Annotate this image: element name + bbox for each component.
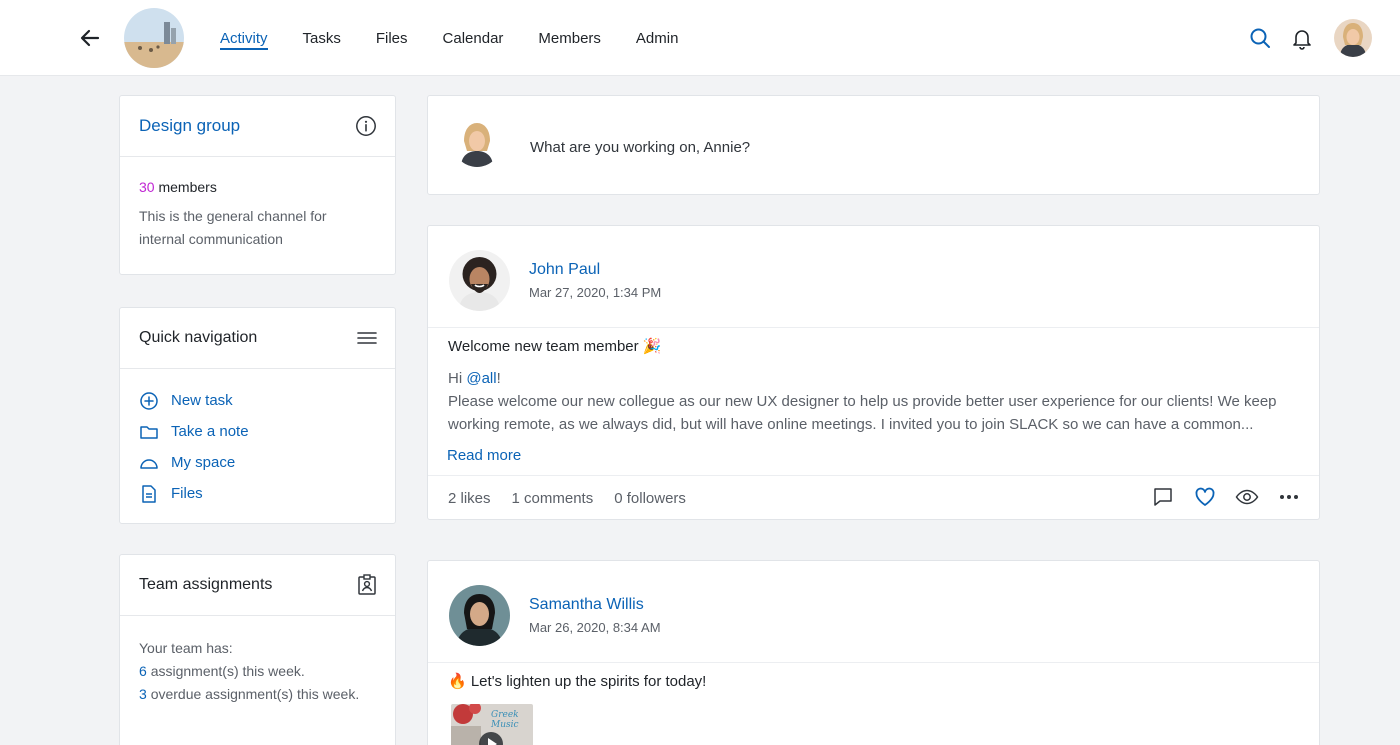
comment-icon[interactable] xyxy=(1151,485,1175,509)
assignments-count[interactable]: 6 xyxy=(139,663,147,679)
post-author[interactable]: John Paul xyxy=(529,261,600,279)
quick-navigation-card: Quick navigation New task Take a note My… xyxy=(119,307,396,524)
greeting-prefix: Hi xyxy=(448,370,467,387)
team-assignments-header: Team assignments xyxy=(120,555,395,616)
user-avatar[interactable] xyxy=(1334,19,1372,57)
quick-nav-new-task[interactable]: New task xyxy=(139,385,376,416)
quick-nav-title: Quick navigation xyxy=(139,329,258,346)
tab-admin[interactable]: Admin xyxy=(636,24,679,53)
assignments-text: assignment(s) this week. xyxy=(150,663,305,679)
post-composer[interactable]: What are you working on, Annie? xyxy=(427,95,1320,195)
post-divider xyxy=(428,327,1319,328)
menu-icon[interactable] xyxy=(357,330,377,346)
search-icon[interactable] xyxy=(1248,26,1272,50)
post-stats: 2 likes 1 comments 0 followers xyxy=(448,490,707,507)
group-title: Design group xyxy=(139,116,241,135)
plus-circle-icon xyxy=(140,391,158,410)
group-info-header: Design group xyxy=(120,96,395,157)
group-description: This is the general channel for internal… xyxy=(139,208,327,247)
post-author[interactable]: Samantha Willis xyxy=(529,596,644,614)
quick-nav-my-space[interactable]: My space xyxy=(139,447,376,478)
post-media-thumbnail[interactable]: Greek Music xyxy=(451,704,533,745)
more-options-icon[interactable] xyxy=(1277,485,1301,509)
group-avatar[interactable] xyxy=(124,8,184,68)
author-avatar[interactable] xyxy=(449,585,510,646)
quick-nav-take-note[interactable]: Take a note xyxy=(139,416,376,447)
folder-icon xyxy=(140,425,158,439)
team-assignments-card: Team assignments Your team has: 6 assign… xyxy=(119,554,396,745)
quick-nav-header: Quick navigation xyxy=(120,308,395,369)
main-nav: Activity Tasks Files Calendar Members Ad… xyxy=(220,0,713,76)
post-body: Hi @all! Please welcome our new collegue… xyxy=(448,367,1283,436)
quick-nav-label: Take a note xyxy=(171,423,249,440)
read-more-link[interactable]: Read more xyxy=(447,447,521,464)
eye-icon[interactable] xyxy=(1235,485,1259,509)
post-divider xyxy=(428,475,1319,476)
composer-avatar xyxy=(453,119,501,167)
dome-icon xyxy=(140,458,158,469)
tab-calendar[interactable]: Calendar xyxy=(443,24,504,53)
post-title: Welcome new team member 🎉 xyxy=(448,338,662,355)
media-caption: Greek Music xyxy=(491,710,519,730)
team-intro: Your team has: xyxy=(139,640,233,656)
comments-count[interactable]: 1 comments xyxy=(512,490,594,507)
overdue-count[interactable]: 3 xyxy=(139,686,147,702)
tab-activity[interactable]: Activity xyxy=(220,24,268,53)
overdue-text: overdue assignment(s) this week. xyxy=(150,686,360,702)
team-assignments-title: Team assignments xyxy=(139,576,273,593)
quick-nav-label: My space xyxy=(171,454,236,471)
post-card: Samantha Willis Mar 26, 2020, 8:34 AM 🔥 … xyxy=(427,560,1320,745)
post-greeting: Hi @all! xyxy=(448,367,1283,390)
overdue-line: 3 overdue assignment(s) this week. xyxy=(139,683,376,706)
likes-count[interactable]: 2 likes xyxy=(448,490,491,507)
heart-icon[interactable] xyxy=(1193,485,1217,509)
quick-nav-files[interactable]: Files xyxy=(139,478,376,509)
post-actions xyxy=(1133,485,1301,509)
post-date: Mar 26, 2020, 8:34 AM xyxy=(529,620,661,635)
bell-icon[interactable] xyxy=(1290,26,1314,50)
members-count-line: 30 members xyxy=(139,179,376,195)
post-card: John Paul Mar 27, 2020, 1:34 PM Welcome … xyxy=(427,225,1320,520)
post-body-text: Please welcome our new collegue as our n… xyxy=(448,393,1277,433)
followers-count[interactable]: 0 followers xyxy=(614,490,686,507)
tab-files[interactable]: Files xyxy=(376,24,408,53)
greeting-suffix: ! xyxy=(496,370,501,387)
back-arrow-icon[interactable] xyxy=(78,26,102,50)
post-title: 🔥 Let's lighten up the spirits for today… xyxy=(448,673,707,690)
author-avatar[interactable] xyxy=(449,250,510,311)
assignments-line: 6 assignment(s) this week. xyxy=(139,660,376,683)
tab-tasks[interactable]: Tasks xyxy=(303,24,341,53)
document-icon xyxy=(142,484,156,503)
group-info-card: Design group 30 members This is the gene… xyxy=(119,95,396,275)
post-divider xyxy=(428,662,1319,663)
badge-icon[interactable] xyxy=(357,574,377,596)
top-bar: Activity Tasks Files Calendar Members Ad… xyxy=(0,0,1400,76)
tab-members[interactable]: Members xyxy=(538,24,601,53)
composer-prompt[interactable]: What are you working on, Annie? xyxy=(530,139,750,156)
info-icon[interactable] xyxy=(355,115,377,137)
members-count[interactable]: 30 xyxy=(139,179,155,195)
quick-nav-label: New task xyxy=(171,392,233,409)
post-date: Mar 27, 2020, 1:34 PM xyxy=(529,285,662,300)
members-label: members xyxy=(158,179,217,195)
mention-link[interactable]: @all xyxy=(466,370,496,387)
quick-nav-label: Files xyxy=(171,485,203,502)
